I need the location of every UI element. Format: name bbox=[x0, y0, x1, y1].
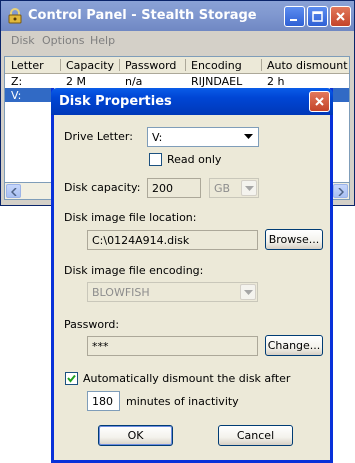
password-field: *** bbox=[87, 336, 258, 356]
cell-encoding: RIJNDAEL bbox=[191, 75, 243, 88]
minutes-value: 180 bbox=[92, 395, 113, 408]
close-button[interactable] bbox=[330, 6, 351, 27]
location-value: C:\0124A914.disk bbox=[92, 234, 190, 247]
menu-help[interactable]: Help bbox=[90, 34, 115, 47]
column-auto-dismount[interactable]: Auto dismount bbox=[267, 59, 348, 72]
scroll-right-button[interactable] bbox=[333, 184, 348, 198]
location-label: Disk image file location: bbox=[64, 211, 197, 224]
dropdown-arrow-icon bbox=[244, 134, 253, 139]
capacity-label: Disk capacity: bbox=[64, 181, 141, 194]
close-icon bbox=[315, 97, 324, 106]
minutes-label: minutes of inactivity bbox=[126, 395, 239, 408]
encoding-value: BLOWFISH bbox=[92, 286, 150, 299]
column-encoding[interactable]: Encoding bbox=[191, 59, 242, 72]
read-only-checkbox[interactable] bbox=[149, 153, 162, 166]
column-divider[interactable] bbox=[185, 59, 186, 71]
read-only-label: Read only bbox=[167, 153, 222, 166]
column-divider[interactable] bbox=[261, 59, 262, 71]
dialog-title: Disk Properties bbox=[59, 94, 172, 109]
close-icon bbox=[336, 12, 345, 21]
column-divider[interactable] bbox=[119, 59, 120, 71]
dropdown-arrow-icon bbox=[245, 186, 254, 191]
dialog-close-button[interactable] bbox=[309, 91, 330, 112]
column-password[interactable]: Password bbox=[125, 59, 176, 72]
table-row[interactable]: Z: 2 M n/a RIJNDAEL 2 h bbox=[5, 74, 349, 88]
capacity-unit-dropdown-button bbox=[241, 180, 257, 196]
capacity-unit-value: GB bbox=[214, 182, 231, 195]
cell-capacity: 2 M bbox=[66, 75, 86, 88]
maximize-button[interactable] bbox=[307, 6, 328, 27]
lock-app-icon bbox=[7, 8, 23, 24]
auto-dismount-checkbox[interactable] bbox=[65, 372, 78, 385]
drive-letter-label: Drive Letter: bbox=[64, 130, 133, 143]
disk-properties-dialog: Disk Properties Drive Letter: V: Read on… bbox=[51, 88, 333, 463]
drive-letter-value: V: bbox=[152, 131, 163, 144]
change-password-button[interactable]: Change... bbox=[265, 335, 323, 356]
menu-options[interactable]: Options bbox=[42, 34, 84, 47]
maximize-icon bbox=[312, 11, 323, 22]
column-divider[interactable] bbox=[60, 59, 61, 71]
menu-bar: Disk Options Help bbox=[1, 31, 354, 49]
ok-button[interactable]: OK bbox=[98, 425, 173, 446]
auto-dismount-label: Automatically dismount the disk after bbox=[83, 372, 291, 385]
password-value: *** bbox=[92, 340, 109, 353]
minimize-icon bbox=[290, 19, 297, 21]
menu-disk[interactable]: Disk bbox=[11, 34, 35, 47]
column-capacity[interactable]: Capacity bbox=[66, 59, 114, 72]
checkmark-icon bbox=[67, 374, 76, 383]
browse-button[interactable]: Browse... bbox=[265, 229, 323, 250]
minutes-input[interactable]: 180 bbox=[87, 391, 120, 411]
capacity-field: 200 bbox=[147, 178, 201, 198]
encoding-label: Disk image file encoding: bbox=[64, 264, 204, 277]
encoding-dropdown-button bbox=[240, 284, 256, 300]
main-window-title: Control Panel - Stealth Storage bbox=[28, 8, 257, 23]
cell-password: n/a bbox=[125, 75, 143, 88]
dropdown-arrow-icon bbox=[244, 290, 253, 295]
cell-auto-dismount: 2 h bbox=[267, 75, 285, 88]
minimize-button[interactable] bbox=[284, 6, 305, 27]
capacity-value: 200 bbox=[152, 182, 173, 195]
password-label: Password: bbox=[64, 318, 120, 331]
scroll-right-icon bbox=[338, 188, 344, 196]
main-titlebar[interactable]: Control Panel - Stealth Storage bbox=[1, 1, 354, 31]
scroll-left-button[interactable] bbox=[6, 184, 21, 198]
drive-letter-dropdown-button[interactable] bbox=[241, 129, 257, 145]
dialog-titlebar[interactable]: Disk Properties bbox=[51, 88, 333, 115]
scroll-left-icon bbox=[11, 188, 17, 196]
capacity-unit-select: GB bbox=[209, 178, 259, 198]
cell-letter: V: bbox=[11, 89, 22, 102]
cell-letter: Z: bbox=[11, 75, 23, 88]
location-field: C:\0124A914.disk bbox=[87, 230, 258, 250]
drive-letter-select[interactable]: V: bbox=[147, 127, 259, 147]
column-letter[interactable]: Letter bbox=[11, 59, 44, 72]
list-header: Letter Capacity Password Encoding Auto d… bbox=[5, 57, 349, 74]
cancel-button[interactable]: Cancel bbox=[218, 425, 293, 446]
encoding-select: BLOWFISH bbox=[87, 282, 258, 302]
